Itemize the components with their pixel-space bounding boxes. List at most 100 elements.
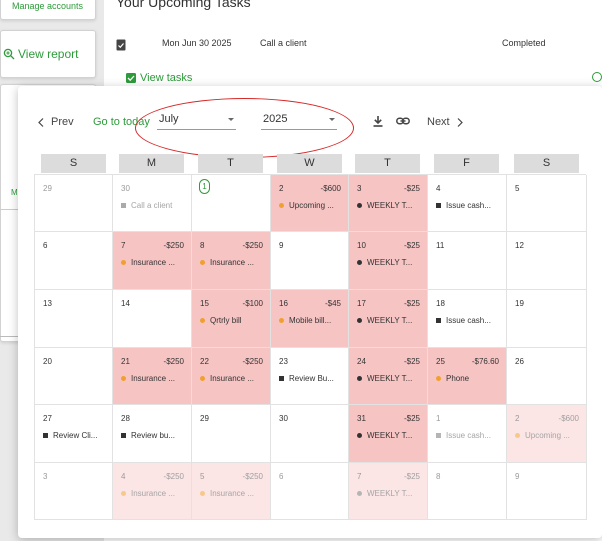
calendar-event[interactable]: Upcoming ...	[279, 201, 344, 210]
event-amount: -$25	[403, 184, 420, 193]
calendar-event[interactable]: Qrtrly bill	[200, 316, 266, 325]
day-number: 10	[357, 241, 366, 250]
calendar-day-cell[interactable]: 1	[192, 175, 271, 232]
day-number: 15	[200, 299, 209, 308]
calendar-day-cell[interactable]: 31 -$25 WEEKLY T...	[349, 405, 428, 463]
calendar-day-cell[interactable]: 29	[192, 405, 271, 463]
calendar-day-cell[interactable]: 1 Issue cash...	[428, 405, 507, 463]
calendar-day-cell[interactable]: 6	[271, 463, 349, 520]
calendar-event[interactable]: WEEKLY T...	[357, 316, 423, 325]
calendar-day-cell[interactable]: 21 -$250 Insurance ...	[113, 348, 192, 405]
month-select[interactable]: July	[157, 112, 236, 130]
calendar-event[interactable]: Review Bu...	[279, 374, 344, 383]
view-tasks-link[interactable]: View tasks	[126, 72, 192, 84]
calendar-day-cell[interactable]: 8	[428, 463, 507, 520]
calendar-day-cell[interactable]: 5 -$250 Insurance ...	[192, 463, 271, 520]
calendar-day-cell[interactable]: 5	[507, 175, 587, 232]
calendar-day-cell[interactable]: 6	[35, 232, 113, 290]
event-label: WEEKLY T...	[367, 316, 413, 325]
calendar-event[interactable]: Upcoming ...	[515, 431, 582, 440]
dot-marker-icon	[121, 260, 126, 265]
calendar-day-cell[interactable]: 27 Review Cli...	[35, 405, 113, 463]
event-amount: -$25	[403, 414, 420, 423]
calendar-event[interactable]: Phone	[436, 374, 502, 383]
calendar-day-cell[interactable]: 7 -$250 Insurance ...	[113, 232, 192, 290]
day-number: 5	[200, 472, 205, 481]
download-icon[interactable]	[372, 115, 384, 127]
calendar-event[interactable]: Insurance ...	[200, 489, 266, 498]
calendar-day-cell[interactable]: 17 -$25 WEEKLY T...	[349, 290, 428, 348]
day-number: 13	[43, 299, 52, 308]
task-row[interactable]: Mon Jun 30 2025 Call a client Completed	[104, 32, 602, 56]
calendar-grid: 29 30 Call a client 1 2 -$600 Upcoming ... 3 -$2…	[34, 174, 587, 520]
event-label: Mobile bill...	[289, 316, 332, 325]
calendar-event[interactable]: Issue cash...	[436, 201, 502, 210]
calendar-day-cell[interactable]: 30 Call a client	[113, 175, 192, 232]
calendar-event[interactable]: Insurance ...	[121, 258, 187, 267]
calendar-day-cell[interactable]: 4 Issue cash...	[428, 175, 507, 232]
calendar-event[interactable]: WEEKLY T...	[357, 258, 423, 267]
calendar-day-cell[interactable]: 18 Issue cash...	[428, 290, 507, 348]
calendar-day-cell[interactable]: 24 -$25 WEEKLY T...	[349, 348, 428, 405]
calendar-day-cell[interactable]: 30	[271, 405, 349, 463]
calendar-day-cell[interactable]: 9	[507, 463, 587, 520]
calendar-day-cell[interactable]: 8 -$250 Insurance ...	[192, 232, 271, 290]
calendar-day-cell[interactable]: 22 -$250 Insurance ...	[192, 348, 271, 405]
calendar-day-cell[interactable]: 3	[35, 463, 113, 520]
calendar-event[interactable]: Issue cash...	[436, 316, 502, 325]
view-report-link[interactable]: View report	[3, 47, 78, 61]
manage-accounts-link[interactable]: Manage accounts	[12, 1, 83, 11]
calendar-day-cell[interactable]: 29	[35, 175, 113, 232]
go-to-today-button[interactable]: Go to today	[93, 116, 150, 128]
calendar-event[interactable]: Insurance ...	[200, 258, 266, 267]
calendar-day-cell[interactable]: 20	[35, 348, 113, 405]
calendar-event[interactable]: Review bu...	[121, 431, 187, 440]
calendar-day-cell[interactable]: 28 Review bu...	[113, 405, 192, 463]
event-label: Insurance ...	[131, 258, 176, 267]
year-select[interactable]: 2025	[261, 112, 337, 130]
prev-button[interactable]: Prev	[38, 116, 74, 128]
calendar-day-cell[interactable]: 4 -$250 Insurance ...	[113, 463, 192, 520]
month-select-value: July	[159, 113, 179, 125]
calendar-event[interactable]: Insurance ...	[121, 489, 187, 498]
link-icon[interactable]	[396, 115, 410, 127]
day-number: 7	[121, 241, 126, 250]
calendar-event[interactable]: WEEKLY T...	[357, 374, 423, 383]
calendar-event[interactable]: Review Cli...	[43, 431, 108, 440]
calendar-event[interactable]: Mobile bill...	[279, 316, 344, 325]
calendar-event[interactable]: Insurance ...	[200, 374, 266, 383]
calendar-event[interactable]: Issue cash...	[436, 431, 502, 440]
calendar-day-cell[interactable]: 9	[271, 232, 349, 290]
dot-marker-icon	[279, 203, 284, 208]
calendar-day-cell[interactable]: 13	[35, 290, 113, 348]
square-marker-icon	[436, 203, 441, 208]
calendar-day-cell[interactable]: 10 -$25 WEEKLY T...	[349, 232, 428, 290]
calendar-day-cell[interactable]: 7 -$25 WEEKLY T...	[349, 463, 428, 520]
calendar-event[interactable]: WEEKLY T...	[357, 201, 423, 210]
calendar-event[interactable]: Insurance ...	[121, 374, 187, 383]
dot-marker-icon	[200, 260, 205, 265]
calendar-day-cell[interactable]: 14	[113, 290, 192, 348]
calendar-day-cell[interactable]: 12	[507, 232, 587, 290]
day-number: 14	[121, 299, 130, 308]
calendar-day-cell[interactable]: 19	[507, 290, 587, 348]
dot-marker-icon	[200, 376, 205, 381]
calendar-day-cell[interactable]: 3 -$25 WEEKLY T...	[349, 175, 428, 232]
event-label: Insurance ...	[210, 489, 255, 498]
calendar-day-cell[interactable]: 23 Review Bu...	[271, 348, 349, 405]
event-label: Upcoming ...	[525, 431, 570, 440]
event-label: Insurance ...	[210, 258, 255, 267]
event-label: Insurance ...	[210, 374, 255, 383]
calendar-event[interactable]: Call a client	[121, 201, 187, 210]
calendar-day-cell[interactable]: 2 -$600 Upcoming ...	[507, 405, 587, 463]
calendar-event[interactable]: WEEKLY T...	[357, 431, 423, 440]
circle-icon[interactable]	[592, 72, 602, 82]
calendar-day-cell[interactable]: 16 -$45 Mobile bill...	[271, 290, 349, 348]
calendar-day-cell[interactable]: 2 -$600 Upcoming ...	[271, 175, 349, 232]
calendar-day-cell[interactable]: 26	[507, 348, 587, 405]
calendar-day-cell[interactable]: 15 -$100 Qrtrly bill	[192, 290, 271, 348]
calendar-event[interactable]: WEEKLY T...	[357, 489, 423, 498]
next-button[interactable]: Next	[427, 116, 463, 128]
calendar-day-cell[interactable]: 11	[428, 232, 507, 290]
calendar-day-cell[interactable]: 25 -$76.60 Phone	[428, 348, 507, 405]
